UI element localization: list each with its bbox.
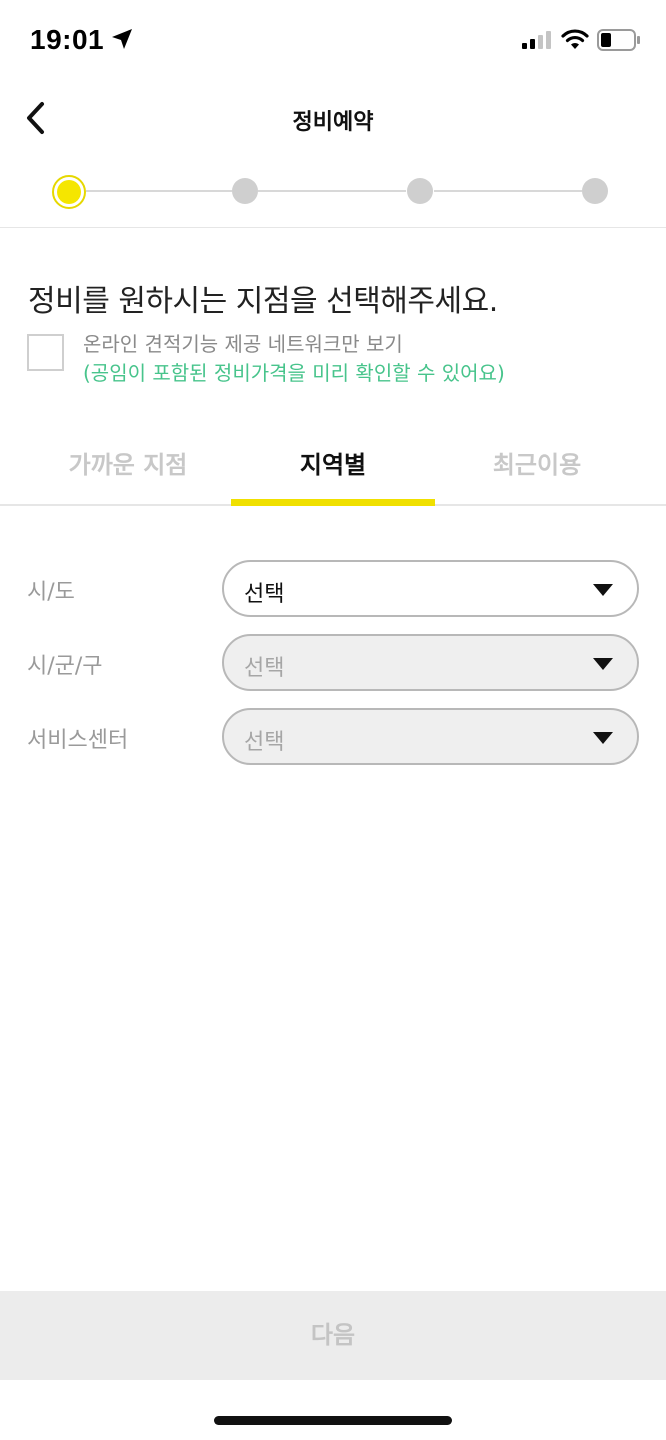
branch-tabs: 가까운 지점 지역별 최근이용 [0, 430, 666, 506]
status-bar: 19:01 [0, 0, 666, 80]
step-1-current [52, 175, 86, 209]
home-indicator [214, 1416, 452, 1425]
province-value: 선택 [244, 582, 285, 607]
tab-region[interactable]: 지역별 [231, 430, 435, 506]
district-label: 시/군/구 [27, 654, 103, 679]
location-arrow-icon [112, 29, 132, 49]
battery-icon [597, 29, 640, 51]
network-filter-label[interactable]: 온라인 견적기능 제공 네트워크만 보기 [83, 328, 403, 357]
step-3 [407, 178, 433, 204]
tab-nearby[interactable]: 가까운 지점 [26, 430, 230, 504]
active-tab-indicator [231, 499, 435, 506]
network-filter-note: (공임이 포함된 정비가격을 미리 확인할 수 있어요) [83, 361, 505, 385]
tab-label: 지역별 [299, 451, 367, 479]
province-label: 시/도 [27, 580, 75, 605]
network-filter-checkbox[interactable] [27, 334, 64, 371]
step-4 [582, 178, 608, 204]
step-connector [434, 190, 582, 192]
progress-stepper [0, 160, 666, 228]
step-connector [86, 190, 232, 192]
service-center-row: 서비스센터 선택 [0, 708, 666, 766]
service-center-value: 선택 [244, 730, 285, 755]
step-connector [258, 190, 406, 192]
tab-recent[interactable]: 최근이용 [435, 430, 639, 504]
caret-down-icon [593, 732, 613, 744]
page-title: 정비예약 [292, 110, 374, 135]
district-select[interactable]: 선택 [222, 634, 639, 691]
instruction-heading: 정비를 원하시는 지점을 선택해주세요. [28, 284, 498, 319]
step-2 [232, 178, 258, 204]
province-select[interactable]: 선택 [222, 560, 639, 617]
service-center-select[interactable]: 선택 [222, 708, 639, 765]
caret-down-icon [593, 584, 613, 596]
status-time: 19:01 [30, 24, 105, 55]
district-value: 선택 [244, 656, 285, 681]
service-center-label: 서비스센터 [27, 728, 129, 753]
header: 정비예약 [0, 80, 666, 160]
district-row: 시/군/구 선택 [0, 634, 666, 692]
wifi-icon [561, 29, 589, 49]
next-button[interactable]: 다음 [0, 1291, 666, 1380]
caret-down-icon [593, 658, 613, 670]
tab-label: 최근이용 [492, 451, 582, 479]
province-row: 시/도 선택 [0, 560, 666, 618]
tab-label: 가까운 지점 [68, 451, 188, 479]
cellular-signal-icon [522, 31, 551, 49]
